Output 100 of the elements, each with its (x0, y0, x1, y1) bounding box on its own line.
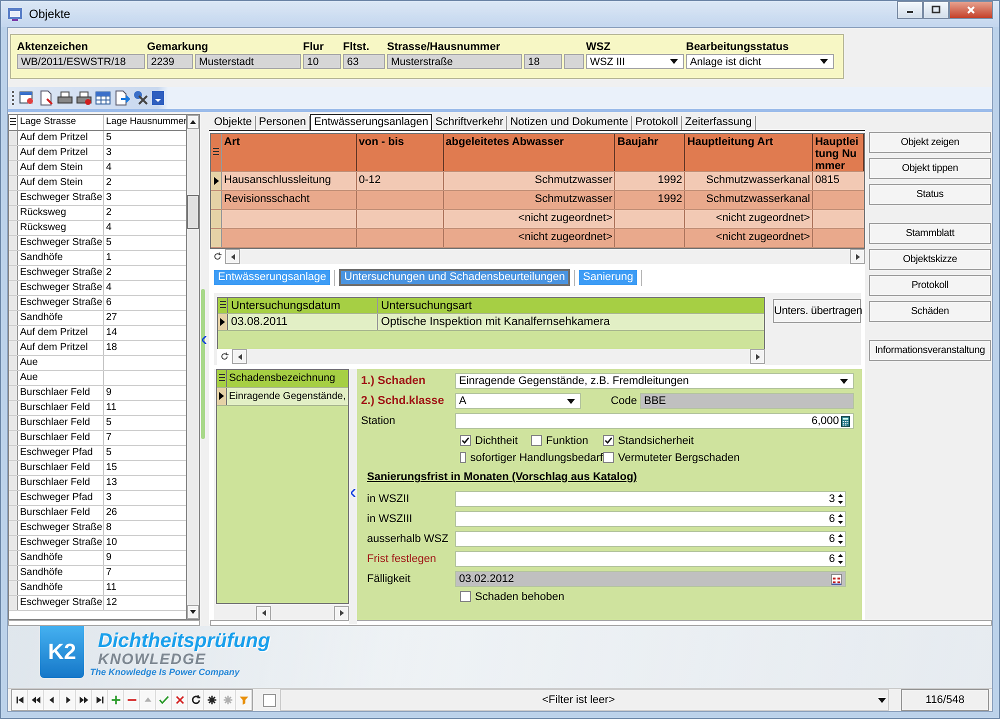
transfer-button[interactable]: Unters. übertragen (773, 298, 861, 323)
horizontal-scrollbar[interactable] (256, 606, 349, 621)
dropdown[interactable]: Anlage ist dicht (686, 54, 834, 69)
grid-menu-icon[interactable] (10, 118, 16, 126)
text-field[interactable]: 18 (524, 54, 562, 69)
column-header[interactable]: Untersuchungsdatum (228, 298, 378, 313)
scroll-down-icon[interactable] (190, 610, 196, 614)
number-field[interactable]: 6 (455, 550, 846, 567)
number-field[interactable]: 6,000 (455, 412, 854, 429)
horizontal-scrollbar[interactable] (232, 349, 765, 364)
scrollbar-thumb[interactable] (187, 194, 199, 229)
row-header[interactable] (211, 172, 222, 190)
table-cell-text: 3 (105, 490, 113, 505)
document-icon[interactable] (38, 90, 54, 106)
dropdown[interactable]: Einragende Gegenstände, z.B. Fremdleitungen (455, 372, 854, 389)
checkbox[interactable] (460, 435, 471, 446)
column-header[interactable]: von - bis (356, 134, 444, 171)
row-header[interactable] (218, 314, 228, 330)
grid-menu-icon[interactable] (220, 301, 226, 310)
checkbox[interactable] (460, 591, 471, 602)
action-button[interactable]: Informationsveranstaltung (869, 340, 991, 361)
text-field[interactable] (564, 54, 584, 69)
text-field[interactable]: Musterstraße (387, 54, 522, 69)
minimize-button[interactable] (897, 1, 923, 19)
column-header[interactable]: Untersuchungsart (378, 298, 764, 313)
column-header[interactable]: Lage Strasse (18, 114, 104, 130)
column-header[interactable]: Art (222, 134, 357, 171)
row-header[interactable] (217, 388, 227, 405)
table-icon[interactable] (95, 90, 111, 106)
funnel-icon (238, 694, 250, 706)
action-button[interactable]: Protokoll (869, 274, 991, 296)
refresh-icon[interactable] (220, 352, 229, 362)
window-search-icon[interactable] (19, 90, 35, 106)
checkbox[interactable] (531, 435, 542, 446)
asterisk-icon (206, 694, 218, 706)
table-cell: Schmutzwasser (444, 172, 616, 190)
table-cell-text: 5 (105, 416, 113, 430)
column-header[interactable]: Lage Hausnummer (104, 114, 186, 130)
tab[interactable]: Protokoll (632, 116, 682, 130)
spinner-icon[interactable] (837, 532, 844, 546)
overflow-icon[interactable] (152, 90, 164, 105)
field-label: Station (361, 414, 396, 427)
export-icon[interactable] (114, 90, 130, 106)
tab[interactable]: Zeiterfassung (682, 116, 756, 130)
table-cell-text: 3 (105, 146, 113, 160)
spinner-icon[interactable] (837, 512, 844, 526)
tools-icon[interactable] (133, 90, 149, 106)
dropdown[interactable]: WSZ III (586, 54, 684, 69)
spinner-icon[interactable] (837, 552, 844, 566)
checkbox[interactable] (460, 452, 466, 464)
column-header[interactable]: abgeleitetes Abwasser (444, 134, 616, 171)
action-button[interactable]: Objekt zeigen (869, 132, 991, 153)
number-field[interactable]: 6 (455, 510, 846, 527)
tab[interactable]: Entwässerungsanlagen (310, 114, 432, 130)
vertical-scrollbar[interactable] (186, 114, 200, 620)
scroll-up-icon[interactable] (190, 120, 196, 124)
current-row-icon (220, 318, 225, 326)
action-button[interactable]: Objektskizze (869, 248, 991, 270)
calculator-icon[interactable] (841, 416, 850, 427)
dropdown[interactable]: A (455, 392, 581, 409)
filter-dropdown[interactable]: <Filter ist leer> (280, 689, 889, 711)
text-field[interactable]: 10 (303, 54, 341, 69)
maximize-button[interactable] (923, 1, 949, 19)
scroll-right-icon[interactable] (756, 354, 760, 360)
table-cell: Eschweger Straße (18, 520, 104, 535)
action-button[interactable]: Status (869, 184, 991, 205)
checkbox[interactable] (603, 435, 614, 446)
text-field[interactable]: 63 (343, 54, 385, 69)
number-field[interactable]: 3 (455, 490, 846, 507)
text-field[interactable]: 2239 (147, 54, 193, 69)
text-field[interactable]: Musterstadt (195, 54, 301, 69)
tab[interactable]: Notizen und Dokumente (507, 116, 632, 130)
column-header[interactable]: Hauptleitung Art (685, 134, 814, 171)
calendar-icon[interactable] (831, 574, 842, 585)
scroll-right-icon[interactable] (340, 610, 344, 616)
column-header[interactable]: Hauptleitung Nummer (813, 134, 864, 171)
column-header[interactable]: Baujahr (615, 134, 686, 171)
scroll-left-icon[interactable] (230, 254, 234, 260)
table-cell: Rücksweg (18, 220, 104, 235)
spinner-icon[interactable] (837, 492, 844, 506)
action-button[interactable]: Schäden (869, 300, 991, 322)
printer-icon[interactable] (76, 90, 92, 106)
number-field[interactable]: 6 (455, 530, 846, 547)
checkbox[interactable] (603, 452, 614, 464)
scroll-left-icon[interactable] (238, 354, 242, 360)
field-label: Frist festlegen (366, 552, 438, 565)
tab[interactable]: Objekte (211, 116, 256, 130)
text-field[interactable]: WB/2011/ESWSTR/18 (17, 54, 145, 69)
scroll-left-icon[interactable] (262, 610, 266, 616)
tab[interactable]: Schriftverkehr (432, 116, 508, 130)
horizontal-scrollbar[interactable] (225, 249, 865, 264)
table-cell-text: 18 (105, 340, 118, 355)
printer-icon[interactable] (57, 90, 73, 106)
action-button[interactable]: Objekt tippen (869, 158, 991, 179)
grid-menu-icon[interactable] (218, 374, 224, 382)
close-button[interactable] (949, 1, 993, 19)
action-button[interactable]: Stammblatt (869, 222, 991, 244)
scroll-right-icon[interactable] (856, 254, 860, 260)
refresh-icon[interactable] (213, 252, 222, 262)
checkbox[interactable] (263, 694, 276, 706)
